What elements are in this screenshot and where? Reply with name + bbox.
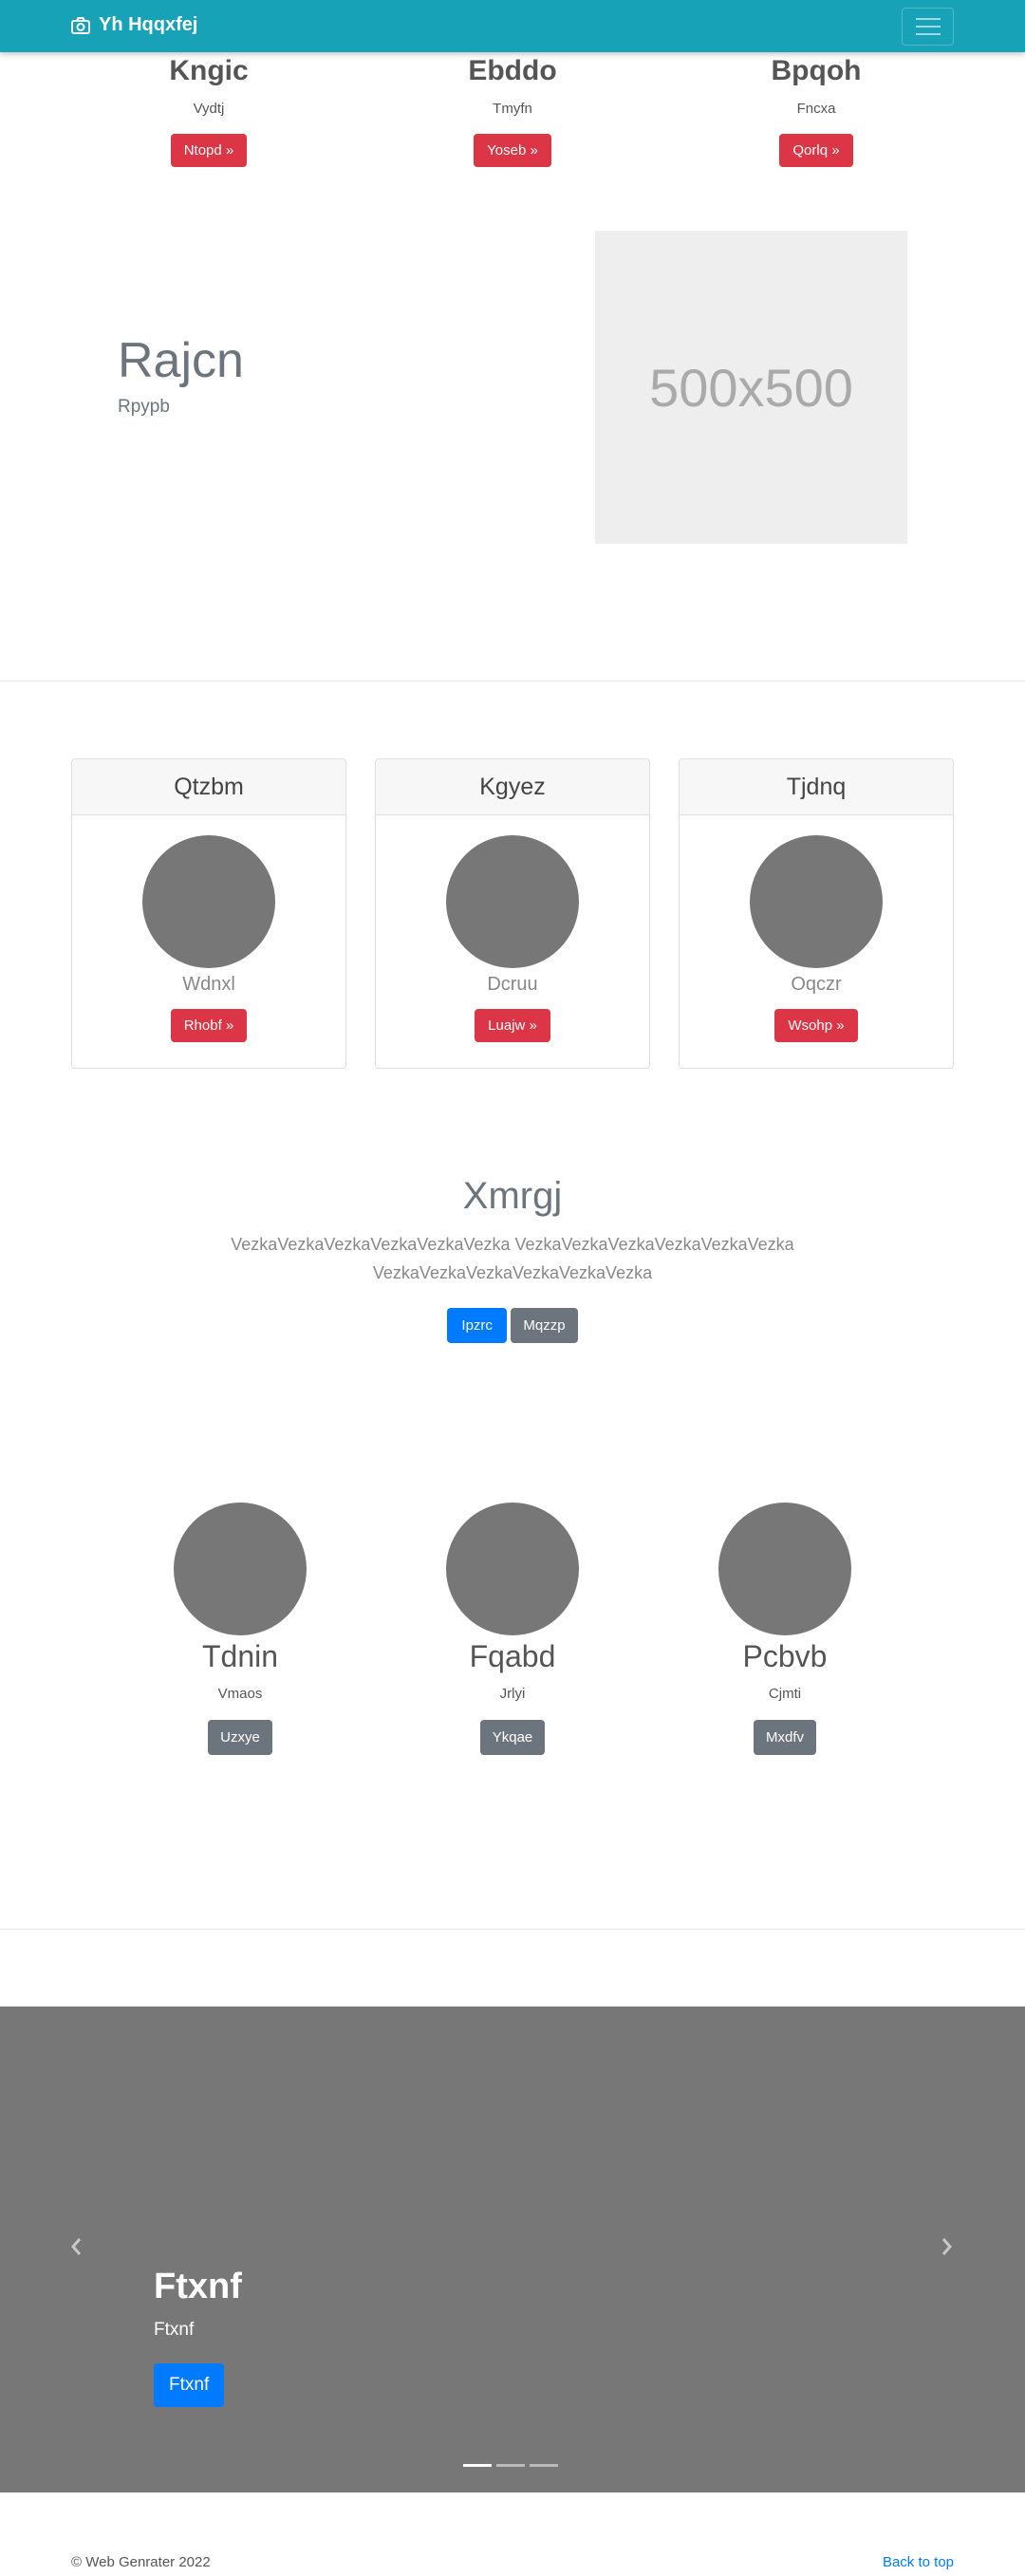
column-subtitle: Fncxa <box>796 101 836 117</box>
card-header: Tjdnq <box>680 759 953 815</box>
card-image <box>142 835 275 968</box>
carousel-caption-button[interactable]: Ftxnf <box>154 2363 225 2407</box>
section-divider <box>0 1929 1025 1930</box>
camera-icon <box>71 16 90 34</box>
feature-subheading: Rpypb <box>118 397 170 417</box>
carousel-indicators <box>463 2464 558 2467</box>
hamburger-icon <box>915 18 941 20</box>
brand-text: Yh Hqqxfej <box>99 14 198 35</box>
top-column: Kngic Vydtj Ntopd » <box>66 55 351 167</box>
card-text: Oqczr <box>791 974 842 995</box>
center-heading: Xmrgj <box>462 1175 563 1217</box>
column-subtitle: Tmyfn <box>493 101 532 117</box>
carousel: Ftxnf Ftxnf Ftxnf <box>0 2007 1025 2492</box>
center-text: VezkaVezkaVezkaVezkaVezkaVezka VezkaVezk… <box>231 1235 794 1282</box>
card-header: Kgyez <box>376 759 649 815</box>
center-button-group: Ipzrc Mqzzp <box>0 1308 1025 1343</box>
primary-button[interactable]: Ipzrc <box>447 1308 507 1343</box>
card-image <box>750 835 883 968</box>
placeholder-label: 500x500 <box>649 357 853 418</box>
profile-name: Tdnin <box>201 1639 279 1673</box>
column-button[interactable]: Ntopd » <box>170 134 248 167</box>
profile-button[interactable]: Mxdfv <box>753 1720 816 1755</box>
footer-copyright: © Web Genrater 2022 <box>71 2554 211 2570</box>
profile-avatar <box>174 1503 307 1635</box>
profile-button[interactable]: Ykqae <box>479 1720 546 1755</box>
profile-button[interactable]: Uzxye <box>208 1720 272 1755</box>
column-button[interactable]: Qorlq » <box>779 134 853 167</box>
profile: Tdnin Vmaos Uzxye <box>126 1503 354 1755</box>
card-text: Dcruu <box>487 974 538 995</box>
carousel-indicator[interactable] <box>463 2464 492 2467</box>
carousel-indicator[interactable] <box>530 2464 558 2467</box>
profile-subtitle: Vmaos <box>217 1686 263 1702</box>
card-image <box>446 835 579 968</box>
carousel-next-button[interactable] <box>938 2232 957 2261</box>
navbar-toggler-button[interactable] <box>902 8 954 46</box>
carousel-prev-button[interactable] <box>66 2232 85 2261</box>
profile-avatar <box>446 1503 579 1635</box>
carousel-indicator[interactable] <box>496 2464 525 2467</box>
profile-name: Fqabd <box>469 1639 556 1673</box>
placeholder-image: 500x500 <box>595 231 907 544</box>
column-title: Bpqoh <box>771 55 862 86</box>
top-column: Bpqoh Fncxa Qorlq » <box>674 55 959 167</box>
chevron-right-icon <box>941 2238 952 2255</box>
profile-subtitle: Cjmti <box>768 1686 802 1702</box>
profile: Pcbvb Cjmti Mxdfv <box>671 1503 899 1755</box>
card-button[interactable]: Wsohp » <box>774 1009 858 1042</box>
card-button[interactable]: Rhobf » <box>170 1009 248 1042</box>
top-column: Ebddo Tmyfn Yoseb » <box>370 55 655 167</box>
back-to-top-link[interactable]: Back to top <box>883 2554 954 2570</box>
hamburger-icon <box>915 33 941 35</box>
profile: Fqabd Jrlyi Ykqae <box>399 1503 626 1755</box>
navbar: Yh Hqqxfej <box>0 0 1025 52</box>
column-subtitle: Vydtj <box>193 101 225 117</box>
profile-name: Pcbvb <box>742 1639 828 1673</box>
carousel-caption-text: Ftxnf <box>154 2320 195 2340</box>
chevron-left-icon <box>71 2238 82 2255</box>
brand-link[interactable]: Yh Hqqxfej <box>71 14 197 36</box>
card: Kgyez Dcruu Luajw » <box>375 758 650 1069</box>
profile-avatar <box>718 1503 851 1635</box>
card: Tjdnq Oqczr Wsohp » <box>679 758 954 1069</box>
card-header: Qtzbm <box>72 759 345 815</box>
card: Qtzbm Wdnxl Rhobf » <box>71 758 346 1069</box>
secondary-button[interactable]: Mqzzp <box>511 1308 578 1343</box>
column-button[interactable]: Yoseb » <box>474 134 551 167</box>
card-text: Wdnxl <box>182 974 235 995</box>
column-title: Kngic <box>169 55 249 86</box>
feature-heading: Rajcn <box>118 333 244 388</box>
carousel-caption-title: Ftxnf <box>154 2267 242 2306</box>
card-button[interactable]: Luajw » <box>475 1009 550 1042</box>
hamburger-icon <box>915 26 941 28</box>
profile-subtitle: Jrlyi <box>499 1686 526 1702</box>
column-title: Ebddo <box>468 55 557 86</box>
